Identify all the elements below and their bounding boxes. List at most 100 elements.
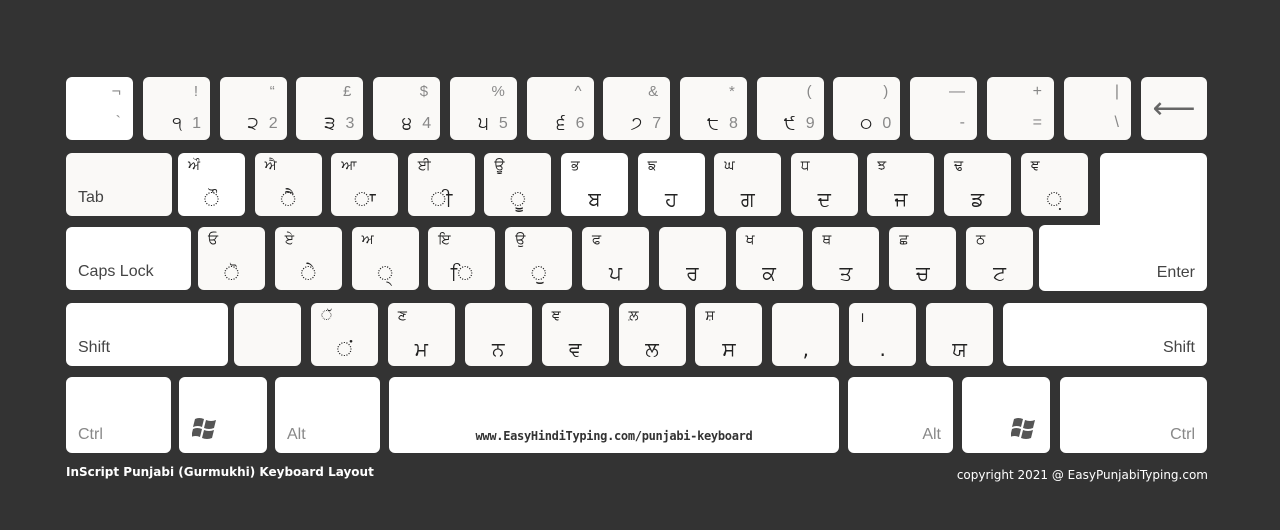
key-minus[interactable]: — - xyxy=(910,77,977,140)
key-digit[interactable]: (੯ 9 xyxy=(756,77,824,140)
key-shift-char: ਈ xyxy=(417,158,431,174)
key-base-char: ਯ xyxy=(952,337,967,361)
key-letter[interactable]: ਛਚ xyxy=(889,227,957,290)
key-base-char: ਾ xyxy=(353,187,376,211)
key-digit[interactable]: ^ ੬ 6 xyxy=(526,77,594,140)
key-base-char: ਟ xyxy=(993,261,1006,285)
key-letter[interactable]: ਞਵ xyxy=(541,303,609,366)
key-base-char: . xyxy=(879,337,886,361)
key-letter[interactable]: ਅ੍ xyxy=(351,227,419,290)
key-letter[interactable]: ਲ਼ ਲ xyxy=(618,303,686,366)
key-shift-char: ਔ xyxy=(188,158,201,174)
key-shift-char: £ xyxy=(343,83,352,100)
key-letter[interactable]: ਥਤ xyxy=(812,227,880,290)
key-equals[interactable]: + = xyxy=(987,77,1054,140)
key-ctrl-right[interactable]: Ctrl xyxy=(1060,377,1207,453)
key-letter[interactable]: ਊੂ xyxy=(484,153,552,216)
key-base-char: ਗ xyxy=(740,187,755,211)
key-shift-char: ਐ xyxy=(264,158,277,174)
key-caps-lock[interactable]: Caps Lock xyxy=(66,227,191,290)
key-shift-char: ਉ xyxy=(515,232,526,248)
key-base-char: ੀ xyxy=(430,187,453,211)
key-letter[interactable]: ਧਦ xyxy=(790,153,858,216)
key-digit[interactable]: & ੭ 7 xyxy=(603,77,671,140)
key-shift-char: ਝ xyxy=(877,158,887,174)
key-ctrl-left[interactable]: Ctrl xyxy=(66,377,171,453)
key-letter[interactable]: ਇਿ xyxy=(428,227,496,290)
key-base-char: ਨ xyxy=(491,337,505,361)
key-shift-char: ਞ xyxy=(551,308,561,324)
key-letter[interactable]: ਓੋ xyxy=(198,227,265,290)
key-digit[interactable]: * ੮ 8 xyxy=(679,77,747,140)
key-shift-char: ਞ xyxy=(1030,158,1040,174)
key-shift-right[interactable]: Shift xyxy=(1003,303,1207,366)
key-bottom-char: - xyxy=(959,114,965,131)
key-gurmukhi-digit: ੪ xyxy=(401,113,413,134)
key-tab[interactable]: Tab xyxy=(66,153,172,216)
key-letter[interactable]: ਭਬ xyxy=(561,153,628,216)
key-base-char: ੈ xyxy=(280,187,297,211)
key-letter[interactable]: ਉੁ xyxy=(505,227,573,290)
key-letter[interactable]: ਙਹ xyxy=(637,153,705,216)
key-label: Tab xyxy=(78,189,104,206)
key-letter[interactable]: ਖਕ xyxy=(735,227,803,290)
key-letter[interactable]: , xyxy=(772,303,840,366)
key-digit[interactable]: “ ੨ 2 xyxy=(219,77,287,140)
key-base-char: ਪ xyxy=(609,261,622,285)
spacebar-url: www.EasyHindiTyping.com/punjabi-keyboard xyxy=(475,429,753,443)
key-letter[interactable]: ਠਟ xyxy=(966,227,1033,290)
key-win-left[interactable] xyxy=(179,377,267,453)
key-enter-lower[interactable]: Enter xyxy=(1039,225,1207,291)
key-enter[interactable] xyxy=(1100,153,1207,225)
key-digit[interactable]: £੩ 3 xyxy=(296,77,364,140)
key-letter[interactable]: ਞ਼ xyxy=(1020,153,1088,216)
key-shift-char: ( xyxy=(806,83,812,100)
key-letter[interactable]: ।. xyxy=(849,303,917,366)
key-base-char: ੁ xyxy=(530,261,547,285)
key-space[interactable]: www.EasyHindiTyping.com/punjabi-keyboard xyxy=(389,377,839,453)
key-digit[interactable]: % ੫ 5 xyxy=(449,77,517,140)
key-gurmukhi-digit: ੫ xyxy=(478,113,489,134)
key-letter[interactable]: ਣਮ xyxy=(387,303,455,366)
key-letter[interactable]: ਘਗ xyxy=(714,153,782,216)
key-digit[interactable]: ! ੧ 1 xyxy=(143,77,210,140)
key-base-char: ਬ xyxy=(588,187,601,211)
key-base-char: ਦ xyxy=(817,187,831,211)
key-letter[interactable]: ਏੇ xyxy=(274,227,342,290)
key-letter[interactable]: ਆਾ xyxy=(331,153,399,216)
key-letter[interactable]: ਈੀ xyxy=(407,153,475,216)
key-backtick[interactable]: ¬ ` xyxy=(66,77,133,140)
backspace-arrow-icon: ⟵ xyxy=(1152,91,1196,126)
key-label: Ctrl xyxy=(78,426,103,443)
key-backspace[interactable]: ⟵ xyxy=(1141,77,1207,140)
key-letter[interactable]: ਝਜ xyxy=(867,153,935,216)
key-alt-right[interactable]: Alt xyxy=(848,377,953,453)
key-letter[interactable]: ਰ xyxy=(658,227,726,290)
key-latin-digit: 6 xyxy=(575,115,585,132)
key-shift-char: ਅ xyxy=(361,232,374,248)
key-letter[interactable]: ਢਡ xyxy=(944,153,1011,216)
key-letter[interactable]: ਔੌ xyxy=(178,153,245,216)
key-label: Shift xyxy=(78,339,111,356)
key-backslash[interactable]: | \ xyxy=(1064,77,1131,140)
key-shift-left[interactable]: Shift xyxy=(66,303,228,366)
key-latin-digit: 4 xyxy=(422,115,432,132)
key-letter[interactable]: ਸ਼ ਸ xyxy=(695,303,763,366)
key-letter[interactable]: ੱਂ xyxy=(310,303,378,366)
key-letter[interactable] xyxy=(234,303,301,366)
key-shift-char: ਭ xyxy=(571,158,580,174)
key-digit[interactable]: $੪ 4 xyxy=(373,77,441,140)
copyright-text: copyright 2021 @ EasyPunjabiTyping.com xyxy=(956,468,1208,482)
key-letter[interactable]: ਨ xyxy=(464,303,532,366)
key-alt-left[interactable]: Alt xyxy=(275,377,380,453)
key-win-right[interactable] xyxy=(962,377,1050,453)
key-label: Ctrl xyxy=(1170,426,1195,443)
key-shift-char: ਓ xyxy=(208,232,219,248)
key-latin-digit: 8 xyxy=(728,115,738,132)
key-letter[interactable]: ਐੈ xyxy=(254,153,322,216)
key-letter[interactable]: ਫਪ xyxy=(582,227,649,290)
key-shift-char: ^ xyxy=(574,83,582,100)
key-letter[interactable]: ਯ xyxy=(926,303,994,366)
key-top-char: — xyxy=(949,83,965,100)
key-digit[interactable]: ) ੦ 0 xyxy=(833,77,901,140)
